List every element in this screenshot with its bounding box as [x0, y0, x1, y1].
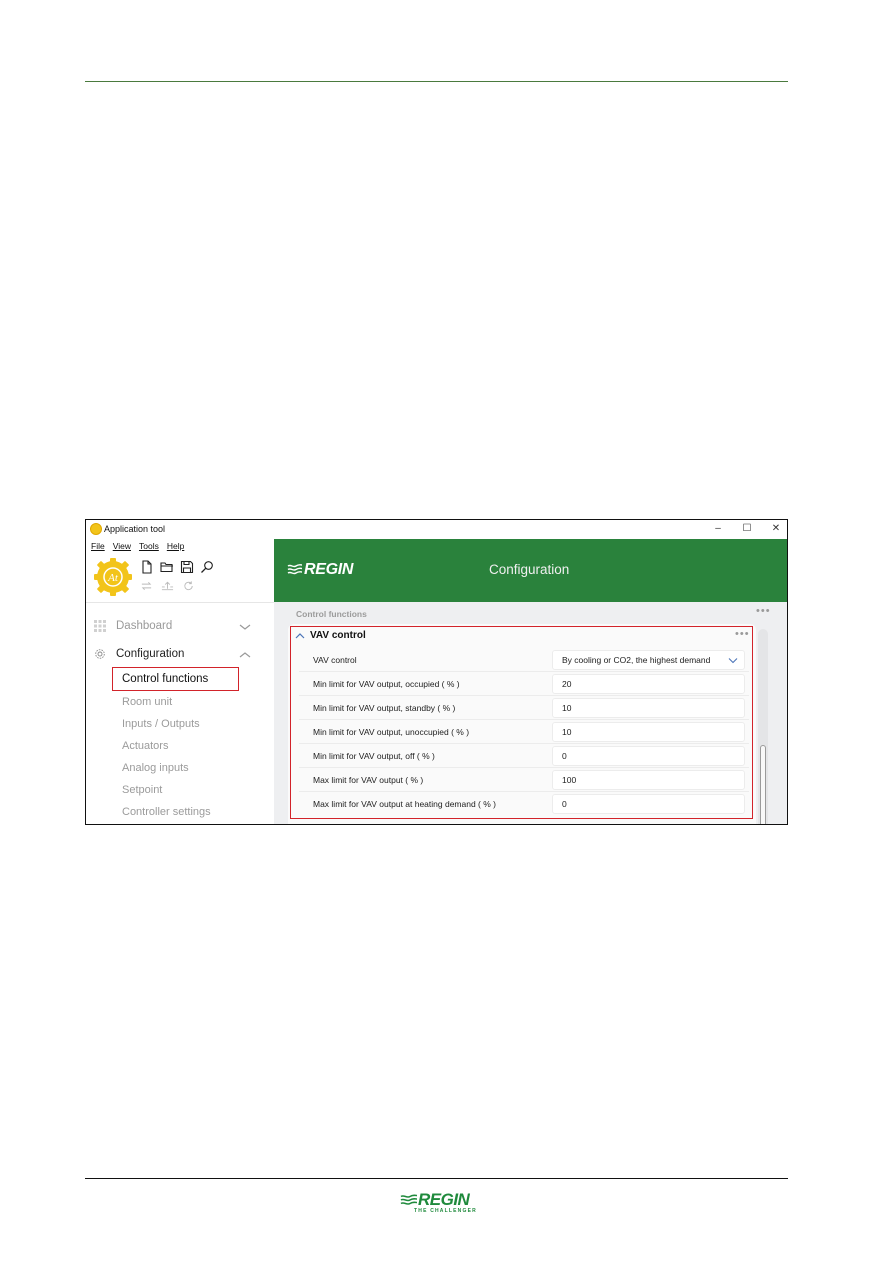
sidebar-item-label: Dashboard — [116, 620, 173, 632]
setting-label: Max limit for VAV output ( % ) — [313, 775, 424, 785]
window-title: Application tool — [104, 524, 166, 534]
sidebar-item-room-unit[interactable]: Room unit — [122, 696, 172, 708]
setting-row: Min limit for VAV output, occupied ( % )… — [299, 672, 749, 696]
setting-row: Max limit for VAV output ( % ) 100 — [299, 768, 749, 792]
footer-brand: REGIN — [418, 1190, 470, 1209]
app-header: REGIN Configuration — [274, 539, 787, 602]
svg-text:At: At — [107, 572, 119, 584]
min-occupied-input[interactable]: 20 — [552, 674, 745, 694]
setting-label: Min limit for VAV output, occupied ( % ) — [313, 679, 460, 689]
section-header[interactable]: VAV control — [295, 630, 366, 641]
chevron-down-icon — [728, 658, 738, 664]
setting-label: VAV control — [313, 655, 357, 665]
refresh-icon[interactable] — [182, 580, 195, 592]
setting-label: Min limit for VAV output, off ( % ) — [313, 751, 435, 761]
transfer-icon[interactable] — [140, 580, 153, 592]
chevron-down-icon[interactable] — [239, 622, 251, 632]
vav-control-section: VAV control ••• VAV control By cooling o… — [290, 626, 753, 819]
breadcrumb: Control functions — [296, 609, 367, 619]
save-icon[interactable] — [180, 560, 194, 574]
scrollbar-thumb[interactable] — [760, 745, 766, 824]
dropdown-value: By cooling or CO2, the highest demand — [562, 655, 711, 665]
more-options-button[interactable]: ••• — [756, 605, 771, 617]
setting-row: Max limit for VAV output at heating dema… — [299, 792, 749, 816]
toolbar-secondary — [140, 580, 195, 592]
footer-logo: REGIN THE CHALLENGER — [400, 1190, 480, 1216]
sidebar-item-setpoint[interactable]: Setpoint — [122, 784, 162, 796]
min-standby-input[interactable]: 10 — [552, 698, 745, 718]
app-logo-icon: At — [94, 558, 132, 596]
menu-bar: File View Tools Help — [91, 541, 184, 553]
setting-row: Min limit for VAV output, off ( % ) 0 — [299, 744, 749, 768]
search-icon[interactable] — [200, 560, 214, 574]
chevron-up-icon[interactable] — [295, 632, 305, 640]
setting-label: Min limit for VAV output, unoccupied ( %… — [313, 727, 470, 737]
upload-icon[interactable] — [161, 580, 174, 592]
section-title: VAV control — [310, 630, 366, 641]
menu-file[interactable]: File — [91, 541, 105, 553]
setting-row: Min limit for VAV output, unoccupied ( %… — [299, 720, 749, 744]
minimize-button[interactable]: – — [709, 522, 727, 536]
menu-tools[interactable]: Tools — [139, 541, 159, 553]
sidebar: Dashboard Configuration — [86, 603, 274, 824]
max-output-input[interactable]: 100 — [552, 770, 745, 790]
toolbar-primary — [140, 560, 214, 574]
setting-label: Max limit for VAV output at heating dema… — [313, 799, 496, 809]
sidebar-item-actuators[interactable]: Actuators — [122, 740, 168, 752]
setting-row: Min limit for VAV output, standby ( % ) … — [299, 696, 749, 720]
maximize-button[interactable]: ☐ — [738, 522, 756, 536]
sidebar-item-analog-inputs[interactable]: Analog inputs — [122, 762, 189, 774]
menu-view[interactable]: View — [113, 541, 131, 553]
open-folder-icon[interactable] — [160, 560, 174, 574]
page-title: Configuration — [489, 562, 570, 577]
title-bar: Application tool – ☐ ✕ — [86, 520, 787, 539]
footer-tagline: THE CHALLENGER — [414, 1208, 477, 1214]
setting-row: VAV control By cooling or CO2, the highe… — [299, 648, 749, 672]
max-heating-input[interactable]: 0 — [552, 794, 745, 814]
page-footer-rule — [85, 1178, 788, 1179]
main-content: Control functions ••• VAV control ••• VA… — [274, 602, 787, 824]
sidebar-item-dashboard[interactable]: Dashboard — [94, 620, 172, 632]
min-off-input[interactable]: 0 — [552, 746, 745, 766]
sidebar-item-control-functions[interactable]: Control functions — [122, 673, 208, 685]
vav-control-dropdown[interactable]: By cooling or CO2, the highest demand — [552, 650, 745, 670]
close-button[interactable]: ✕ — [767, 522, 785, 536]
setting-label: Min limit for VAV output, standby ( % ) — [313, 703, 456, 713]
brand-logo: REGIN — [304, 561, 354, 578]
page-header-rule — [85, 81, 788, 82]
menu-help[interactable]: Help — [167, 541, 184, 553]
sidebar-item-controller-settings[interactable]: Controller settings — [122, 806, 211, 818]
sidebar-item-inputs-outputs[interactable]: Inputs / Outputs — [122, 718, 200, 730]
regin-waves-icon — [287, 564, 303, 575]
gear-icon — [95, 649, 105, 659]
chevron-up-icon[interactable] — [239, 650, 251, 660]
sidebar-item-configuration[interactable]: Configuration — [94, 648, 184, 660]
app-icon — [90, 523, 102, 535]
sidebar-item-label: Configuration — [116, 648, 185, 660]
min-unoccupied-input[interactable]: 10 — [552, 722, 745, 742]
regin-waves-icon — [400, 1194, 418, 1205]
section-more-button[interactable]: ••• — [735, 628, 750, 640]
grid-icon — [94, 620, 106, 632]
application-window: Application tool – ☐ ✕ File View Tools H… — [85, 519, 788, 825]
new-file-icon[interactable] — [140, 560, 154, 574]
